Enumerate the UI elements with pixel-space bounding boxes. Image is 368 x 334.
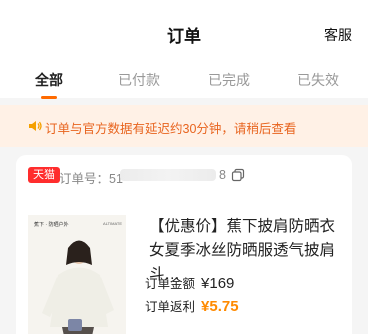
order-number-tail: 8	[219, 168, 226, 182]
order-rebate-label: 订单返利	[145, 300, 196, 314]
delay-notice: 订单与官方数据有延迟约30分钟，请稍后查看	[0, 105, 368, 147]
order-amount-label: 订单金额	[145, 277, 196, 291]
top-bar: 订单 客服	[0, 0, 368, 62]
tab-all[interactable]: 全部	[17, 70, 81, 99]
order-number-redacted	[120, 169, 216, 181]
customer-service-button[interactable]: 客服	[324, 25, 352, 45]
copy-icon[interactable]	[231, 168, 245, 182]
platform-badge: 天猫	[28, 167, 60, 183]
page-title: 订单	[167, 27, 201, 46]
order-amount-row: 订单金额 ¥169	[145, 273, 234, 292]
product-image[interactable]: 蕉下 · 防晒户外 ALTIMATE	[28, 215, 126, 334]
tab-completed[interactable]: 已完成	[197, 70, 261, 90]
model-figure	[42, 240, 114, 334]
order-tabs: 全部 已付款 已完成 已失效	[0, 62, 368, 99]
tab-expired[interactable]: 已失效	[286, 70, 350, 90]
order-rebate-value: ¥5.75	[201, 298, 239, 315]
order-card[interactable]: 天猫 订单号：51 8 蕉下 · 防晒户外 ALTIMATE 【优惠价】蕉下披肩…	[16, 155, 352, 334]
order-amount-value: ¥169	[201, 275, 235, 292]
order-rebate-row: 订单返利 ¥5.75	[145, 296, 239, 315]
speaker-icon	[29, 121, 42, 131]
notice-text: 订单与官方数据有延迟约30分钟，请稍后查看	[45, 122, 297, 136]
tab-paid[interactable]: 已付款	[107, 70, 171, 90]
order-number-label: 订单号：51	[59, 172, 123, 186]
